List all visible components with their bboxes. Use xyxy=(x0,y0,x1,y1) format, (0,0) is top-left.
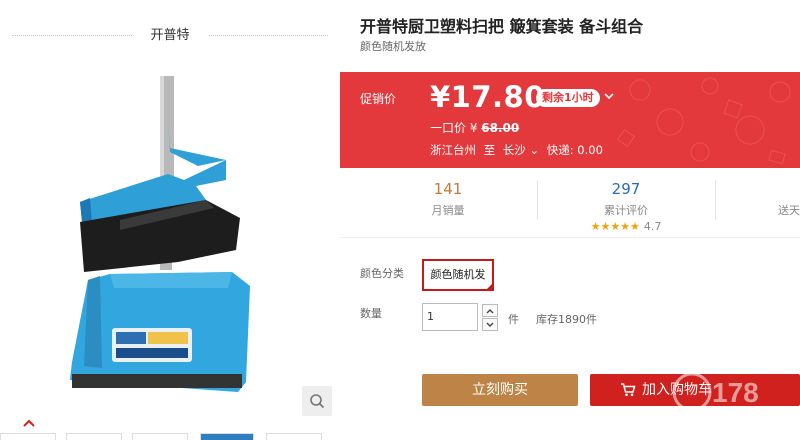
quantity-input[interactable]: 1 xyxy=(422,303,478,331)
color-label: 颜色分类 xyxy=(360,267,404,280)
zoom-button[interactable] xyxy=(302,386,332,416)
color-option-selected[interactable]: 颜色随机发 xyxy=(422,259,494,291)
chevron-down-icon[interactable] xyxy=(604,92,614,100)
original-price: 一口价 ¥ 68.00 xyxy=(430,119,519,136)
chevron-down-icon: ⌄ xyxy=(529,143,540,157)
selected-check-icon xyxy=(485,282,494,291)
magnifier-icon xyxy=(310,394,325,409)
ship-to-select[interactable]: 长沙 ⌄ xyxy=(503,143,543,157)
product-title: 开普特厨卫塑料扫把 簸箕套装 备斗组合 xyxy=(360,17,644,36)
watermark-logo: 178 xyxy=(672,372,759,412)
thumbnail[interactable] xyxy=(66,433,122,440)
ship-from: 浙江台州 xyxy=(430,143,476,157)
review-count[interactable]: 297 累计评价 ★★★★★ 4.7 xyxy=(576,180,676,233)
thumbnail[interactable] xyxy=(200,433,254,440)
delivery-info: 送天 xyxy=(778,204,800,217)
countdown-badge: 剩余1小时 xyxy=(536,89,600,107)
thumbnail-strip xyxy=(0,433,340,440)
quantity-label: 数量 xyxy=(360,307,382,320)
thumbnail[interactable] xyxy=(266,433,322,440)
product-details: 开普特厨卫塑料扫把 簸箕套装 备斗组合 颜色随机发放 促销价 ¥17.80 剩余… xyxy=(340,0,800,440)
chevron-up-icon[interactable] xyxy=(21,418,37,428)
thumbnail[interactable] xyxy=(0,433,56,440)
svg-text:178: 178 xyxy=(712,377,759,408)
product-subtitle: 颜色随机发放 xyxy=(360,40,426,53)
cart-icon xyxy=(621,383,636,397)
shipping-info: 浙江台州 至 长沙 ⌄ 快递: 0.00 xyxy=(430,142,603,158)
chevron-down-icon xyxy=(486,322,494,327)
monthly-sales: 141 月销量 xyxy=(431,180,465,217)
quantity-unit: 件 xyxy=(508,313,519,326)
promo-price: ¥17.80 xyxy=(430,80,545,114)
stock-count: 库存1890件 xyxy=(536,313,597,326)
original-price-value: 68.00 xyxy=(481,121,520,135)
stats-divider xyxy=(715,180,716,220)
promo-price-label: 促销价 xyxy=(360,92,397,106)
store-name[interactable]: 开普特 xyxy=(0,24,340,43)
quantity-increase-button[interactable] xyxy=(482,304,498,317)
shipping-fee: 快递: 0.00 xyxy=(546,143,603,157)
buy-now-button[interactable]: 立刻购买 xyxy=(422,374,578,406)
original-price-label: 一口价 ¥ xyxy=(430,121,478,135)
chevron-up-icon xyxy=(486,308,494,313)
ship-to-word: 至 xyxy=(483,143,496,157)
thumbnail[interactable] xyxy=(132,433,188,440)
quantity-decrease-button[interactable] xyxy=(482,318,498,331)
product-image[interactable] xyxy=(0,62,340,422)
stats-divider xyxy=(537,180,538,220)
rating-stars: ★★★★★ 4.7 xyxy=(590,220,662,233)
stats-bar: 141 月销量 297 累计评价 ★★★★★ 4.7 送天 xyxy=(340,168,800,238)
product-gallery: 开普特 xyxy=(0,0,340,440)
